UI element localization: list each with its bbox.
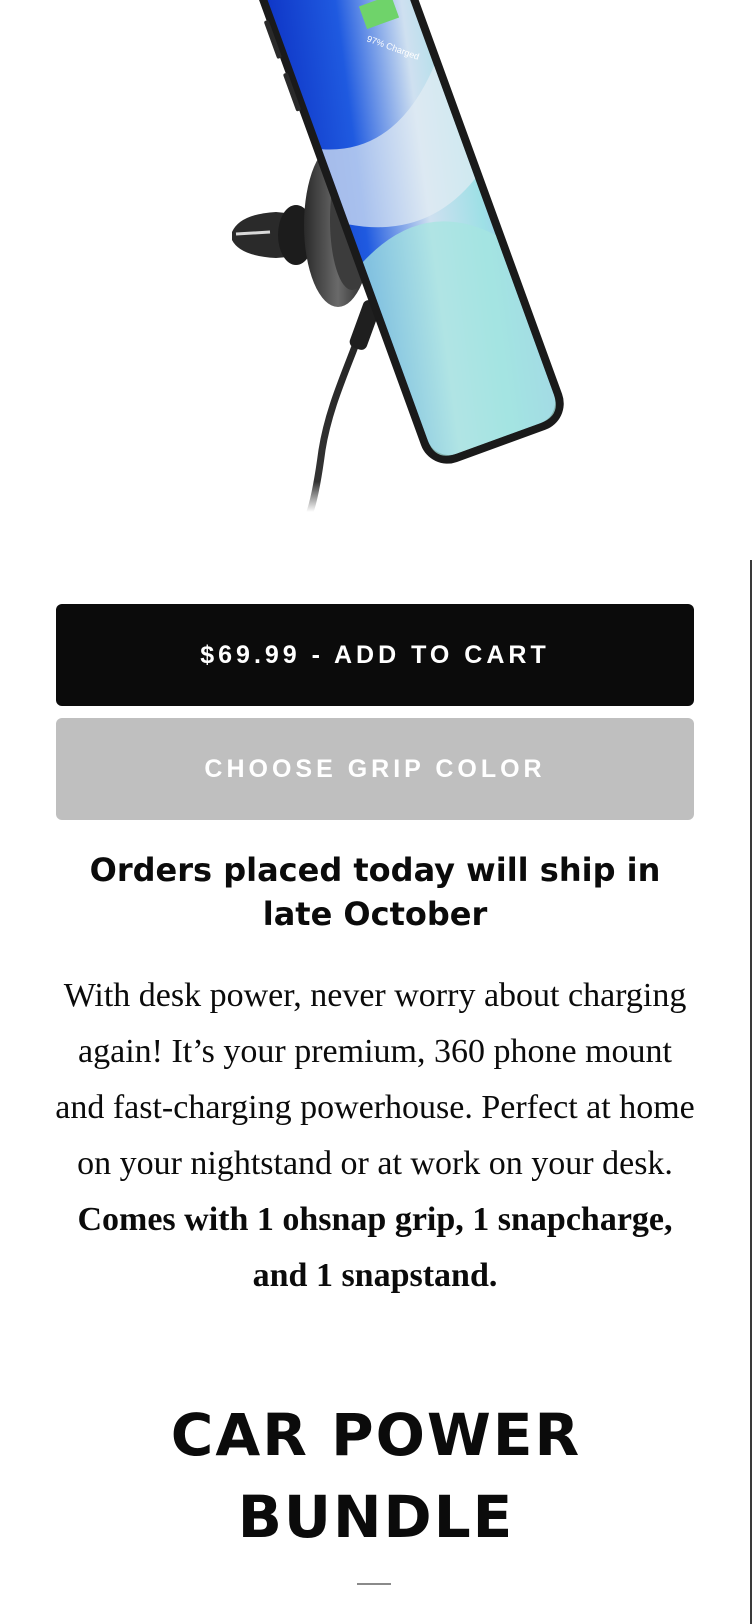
product-image: 97% Charged [0, 0, 752, 560]
choose-grip-color-button[interactable]: CHOOSE GRIP COLOR [56, 718, 694, 820]
description-text: With desk power, never worry about charg… [55, 977, 695, 1182]
section-heading: CAR POWER BUNDLE [170, 1401, 582, 1551]
add-to-cart-button[interactable]: $69.99 - ADD TO CART [56, 604, 694, 706]
product-description: With desk power, never worry about charg… [52, 968, 698, 1304]
shipping-notice: Orders placed today will ship in late Oc… [89, 851, 661, 933]
heading-divider [357, 1583, 391, 1585]
description-bold: Comes with 1 ohsnap grip, 1 snapcharge, … [77, 1201, 673, 1294]
